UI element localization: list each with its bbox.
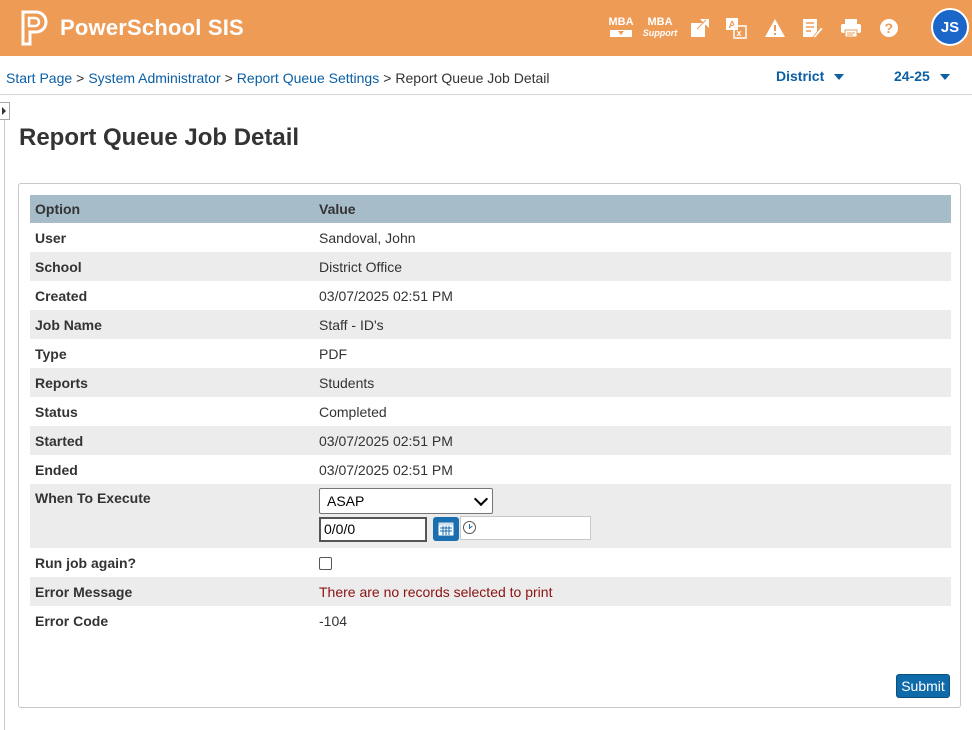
submit-button[interactable]: Submit (896, 674, 950, 698)
calendar-icon[interactable] (433, 517, 459, 541)
error-code-value: -104 (319, 612, 348, 629)
table-row: School District Office (30, 252, 951, 281)
when-to-execute-row: When To Execute ASAP 0/0/0 (30, 484, 951, 548)
row-label: User (35, 229, 67, 246)
run-again-cell (314, 548, 951, 577)
row-label: Started (30, 426, 314, 455)
row-value: Students (314, 368, 951, 397)
sidebar-expand-toggle[interactable] (0, 102, 10, 120)
error-code-label: Error Code (35, 612, 109, 629)
error-message-row: Error Message There are no records selec… (30, 577, 951, 606)
row-value: 03/07/2025 02:51 PM (319, 287, 453, 304)
term-selector[interactable]: 24-25 (894, 68, 950, 84)
row-label: Type (35, 345, 67, 362)
mba-support-label: MBA (647, 16, 673, 28)
mba-support-sub: Support (642, 28, 678, 38)
mba-support-icon[interactable]: MBA Support (642, 13, 678, 43)
page-title: Report Queue Job Detail (19, 124, 300, 151)
table-row: User Sandoval, John (30, 223, 951, 252)
sidebar-divider (4, 120, 5, 730)
table-row: Reports Students (30, 368, 951, 397)
column-header-option: Option (30, 195, 314, 223)
svg-text:?: ? (885, 20, 894, 36)
breadcrumb-report-queue-settings[interactable]: Report Queue Settings (237, 70, 379, 86)
schedule-inputs: 0/0/0 (319, 516, 946, 542)
help-icon[interactable]: ? (877, 13, 901, 43)
run-again-label: Run job again? (35, 554, 137, 571)
chevron-down-icon (939, 74, 950, 80)
row-value: 03/07/2025 02:51 PM (319, 461, 453, 478)
when-to-execute-cell: ASAP 0/0/0 (314, 484, 951, 548)
breadcrumb-current: Report Queue Job Detail (395, 70, 550, 86)
print-icon[interactable] (839, 13, 863, 43)
breadcrumb-start-page[interactable]: Start Page (6, 70, 72, 86)
powerschool-logo-icon (20, 10, 50, 46)
row-value: Staff - ID's (314, 310, 951, 339)
translate-icon[interactable]: Ax (724, 13, 748, 43)
breadcrumb-separator: > (76, 70, 85, 86)
user-avatar[interactable]: JS (931, 8, 969, 46)
row-value: District Office (314, 252, 951, 281)
mba-label: MBA (608, 16, 634, 28)
row-label: Created (35, 287, 88, 304)
table-row: Status Completed (30, 397, 951, 426)
row-label: Status (35, 403, 78, 420)
breadcrumb-separator: > (383, 70, 392, 86)
column-header-value: Value (314, 195, 951, 223)
district-label: District (776, 68, 825, 84)
term-label: 24-25 (894, 68, 930, 84)
table-row: Type PDF (30, 339, 951, 368)
row-label: Ended (35, 461, 78, 478)
run-again-checkbox[interactable] (319, 557, 332, 571)
row-label: Reports (30, 368, 314, 397)
when-to-execute-label: When To Execute (30, 484, 314, 548)
error-message-value: There are no records selected to print (314, 577, 951, 606)
row-label: Job Name (30, 310, 314, 339)
row-value: 03/07/2025 02:51 PM (314, 426, 951, 455)
table-header-row: Option Value (30, 195, 951, 223)
when-to-execute-selected: ASAP (327, 493, 365, 509)
table-row: Ended 03/07/2025 02:51 PM (30, 455, 951, 484)
breadcrumb-system-administrator[interactable]: System Administrator (88, 70, 220, 86)
breadcrumb-separator: > (224, 70, 233, 86)
chevron-down-icon (473, 491, 489, 506)
district-selector[interactable]: District (776, 68, 845, 84)
powerschool-logo[interactable]: PowerSchool SIS (20, 10, 244, 46)
external-link-icon[interactable] (688, 13, 712, 43)
chevron-down-icon (834, 74, 845, 80)
row-value: PDF (319, 345, 347, 362)
mba-download-icon[interactable]: MBA (606, 13, 636, 43)
error-message-label: Error Message (30, 577, 314, 606)
row-value: Sandoval, John (319, 229, 416, 246)
job-detail-panel: Option Value User Sandoval, John School Di… (18, 183, 961, 708)
notes-icon[interactable] (800, 13, 824, 43)
clock-icon[interactable] (463, 521, 476, 534)
run-again-row: Run job again? (30, 548, 951, 577)
execute-time-input[interactable] (460, 516, 591, 540)
row-label: School (30, 252, 314, 281)
row-value: Completed (319, 403, 387, 420)
execute-date-input[interactable]: 0/0/0 (319, 516, 427, 542)
table-row: Started 03/07/2025 02:51 PM (30, 426, 951, 455)
top-header: PowerSchool SIS MBA MBA Support Ax ? JS (0, 0, 972, 56)
app-name: PowerSchool SIS (60, 15, 244, 40)
job-detail-table: Option Value User Sandoval, John School Di… (30, 195, 951, 635)
table-row: Job Name Staff - ID's (30, 310, 951, 339)
breadcrumb-bar: Start Page > System Administrator > Report Q… (0, 56, 972, 95)
warning-icon[interactable] (763, 13, 787, 43)
svg-text:x: x (737, 28, 742, 38)
breadcrumb: Start Page > System Administrator > Report Q… (6, 70, 550, 86)
error-code-row: Error Code -104 (30, 606, 951, 635)
table-row: Created 03/07/2025 02:51 PM (30, 281, 951, 310)
when-to-execute-select[interactable]: ASAP (319, 488, 493, 514)
